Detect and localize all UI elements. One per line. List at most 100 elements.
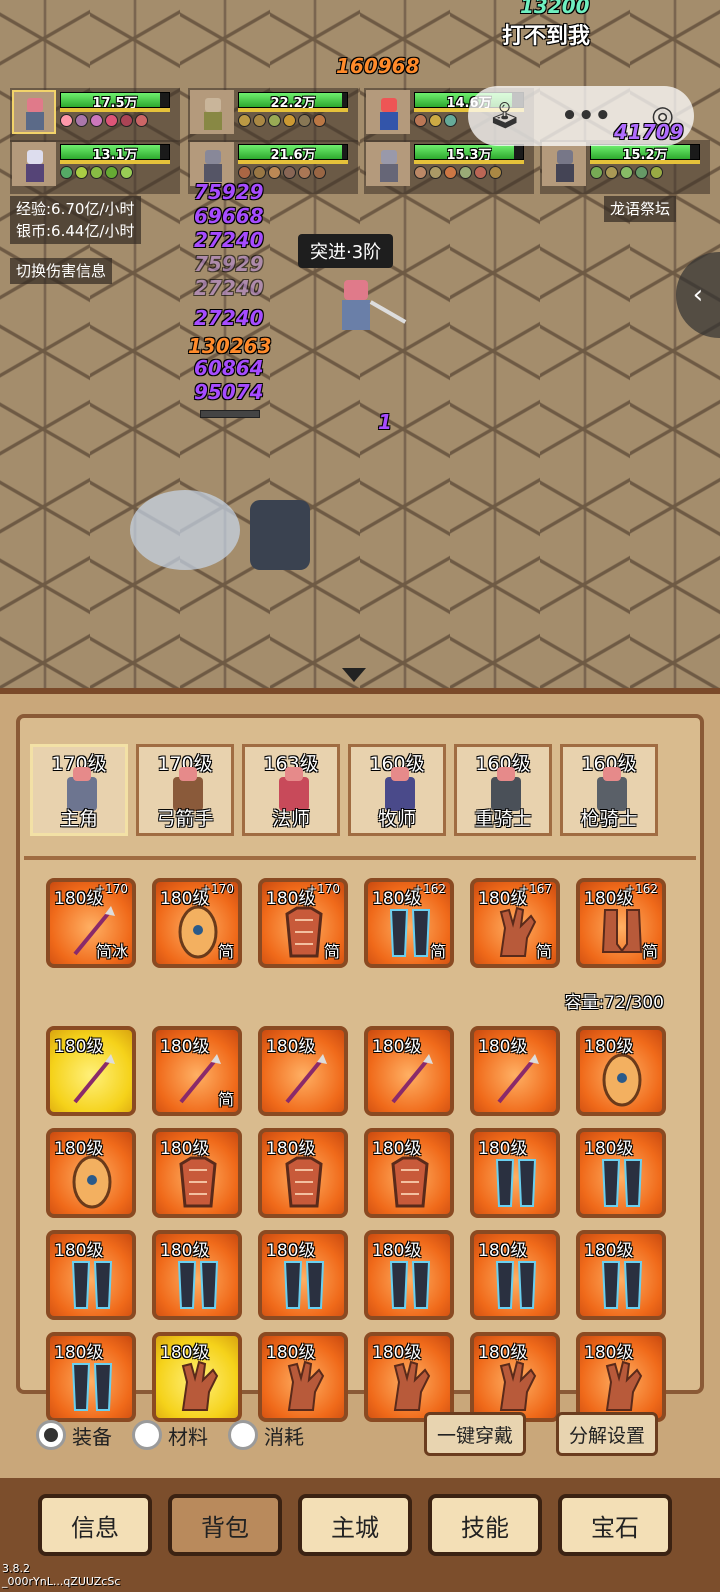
gauntlet-icon [287,1360,325,1411]
item-slot[interactable]: 180级 [46,1332,136,1422]
party-member-card[interactable]: 13.1万 [10,140,180,194]
item-level: 180级 [372,1241,422,1261]
gauntlet-icon [605,1360,643,1411]
team-slot-lancer[interactable]: 160级 枪骑士 [560,744,658,836]
item-slot[interactable]: 180级 [152,1128,242,1218]
party-member-card[interactable]: 17.5万 [10,88,180,142]
item-slot[interactable]: 180级 +170 简 [152,878,242,968]
item-slot[interactable]: 180级 [46,1026,136,1116]
damage-number: 27240 [194,306,264,330]
item-slot[interactable]: 180级 +170 简冰 [46,878,136,968]
armor-icon [179,1156,217,1208]
buff-icons [414,166,502,179]
buff-icons [238,166,326,179]
filter-equipment[interactable]: 装备 [36,1420,112,1450]
damage-number: 27240 [194,228,264,252]
salvage-settings-button[interactable]: 分解设置 [556,1412,659,1456]
item-slot[interactable]: 180级 [258,1026,348,1116]
team-name: 重骑士 [474,808,532,830]
radio-icon [36,1420,66,1450]
leg-armor-icon [71,1261,113,1309]
item-slot[interactable]: 180级简 [152,1026,242,1116]
hero-sprite [336,280,407,336]
team-slot-mage[interactable]: 163级 法师 [242,744,340,836]
gauntlet-icon [499,1360,537,1411]
damage-number: 27240 [194,276,264,300]
item-level: 180级 [266,1139,316,1159]
equipped-items: 180级 +170 简冰 180级 +170 简 180级 +170 简 180级 +162 简 180… [46,878,666,968]
item-slot[interactable]: 180级 [364,1332,454,1422]
side-expand-button[interactable]: ‹ [676,252,720,338]
item-level: 180级 [584,1343,634,1363]
inventory-panel: 170级 主角 170级 弓箭手 163级 法师 160级 牧师 160级 重骑… [0,688,720,1478]
filter-consumables[interactable]: 消耗 [228,1420,304,1450]
armor-icon [391,1156,429,1208]
party-member-card[interactable]: 15.2万 [540,140,710,194]
nav-main-city[interactable]: 主城 [298,1494,412,1556]
boss-sprite [250,500,310,570]
radio-icon [228,1420,258,1450]
party-member-card[interactable]: 15.3万 [364,140,534,194]
gamepad-icon[interactable]: 🕹 [488,101,521,131]
item-level: 180级 [160,1037,210,1057]
item-slot[interactable]: 180级 [470,1026,560,1116]
team-slot-priest[interactable]: 160级 牧师 [348,744,446,836]
item-slot[interactable]: 180级 [258,1128,348,1218]
item-slot[interactable]: 180级 [152,1332,242,1422]
filter-materials[interactable]: 材料 [132,1420,208,1450]
nav-gems[interactable]: 宝石 [558,1494,672,1556]
item-slot[interactable]: 180级 [258,1332,348,1422]
party-member-portrait [542,142,586,186]
item-slot[interactable]: 180级 [576,1026,666,1116]
item-slot[interactable]: 180级 +167 简 [470,878,560,968]
item-slot[interactable]: 180级 [576,1128,666,1218]
item-slot[interactable]: 180级 +162 简 [576,878,666,968]
party-member-portrait [12,142,56,186]
party-member-card[interactable]: 22.2万 [188,88,358,142]
leg-armor-icon [495,1159,537,1207]
team-selector: 170级 主角 170级 弓箭手 163级 法师 160级 牧师 160级 重骑… [30,744,658,836]
item-slot[interactable]: 180级 +170 简 [258,878,348,968]
item-level: 180级 [478,1139,528,1159]
item-slot[interactable]: 180级 [364,1230,454,1320]
party-member-portrait [190,90,234,134]
leg-armor-icon [389,1261,431,1309]
energy-bar [590,160,700,164]
hp-bar: 17.5万 [60,92,170,111]
team-slot-archer[interactable]: 170级 弓箭手 [136,744,234,836]
item-slot[interactable]: 180级 +162 简 [364,878,454,968]
nav-info[interactable]: 信息 [38,1494,152,1556]
more-icon[interactable]: ••• [561,101,611,131]
item-slot[interactable]: 180级 [46,1128,136,1218]
leg-armor-icon [389,909,431,957]
silver-rate: 银币:6.44亿/小时 [16,222,135,240]
party-member-portrait [12,90,56,134]
team-slot-protagonist[interactable]: 170级 主角 [30,744,128,836]
item-slot[interactable]: 180级 [364,1128,454,1218]
nav-backpack[interactable]: 背包 [168,1494,282,1556]
battle-scene: 17.5万 22.2万 14.6万 13.1万 21.6万 15.3万 15.2… [0,0,720,700]
item-slot[interactable]: 180级 [470,1230,560,1320]
item-slot[interactable]: 180级 [576,1230,666,1320]
team-slot-heavy-knight[interactable]: 160级 重骑士 [454,744,552,836]
hp-bar: 15.2万 [590,144,700,163]
rate-info: 经验:6.70亿/小时 银币:6.44亿/小时 [10,196,141,244]
boots-icon [601,909,643,953]
equip-all-button[interactable]: 一键穿戴 [424,1412,527,1456]
item-slot[interactable]: 180级 [152,1230,242,1320]
item-slot[interactable]: 180级 [364,1026,454,1116]
item-slot[interactable]: 180级 [258,1230,348,1320]
item-slot[interactable]: 180级 [576,1332,666,1422]
item-tag: 简 [323,942,340,961]
item-enhance: +170 [95,882,128,896]
item-slot[interactable]: 180级 [470,1332,560,1422]
item-slot[interactable]: 180级 [46,1230,136,1320]
item-slot[interactable]: 180级 [470,1128,560,1218]
nav-skills[interactable]: 技能 [428,1494,542,1556]
damage-number: 60864 [194,356,264,380]
buff-icons [60,114,148,127]
toggle-damage-info-button[interactable]: 切换伤害信息 [10,258,113,284]
team-name: 枪骑士 [580,808,638,830]
item-level: 180级 [372,1037,422,1057]
armor-icon [285,906,323,958]
